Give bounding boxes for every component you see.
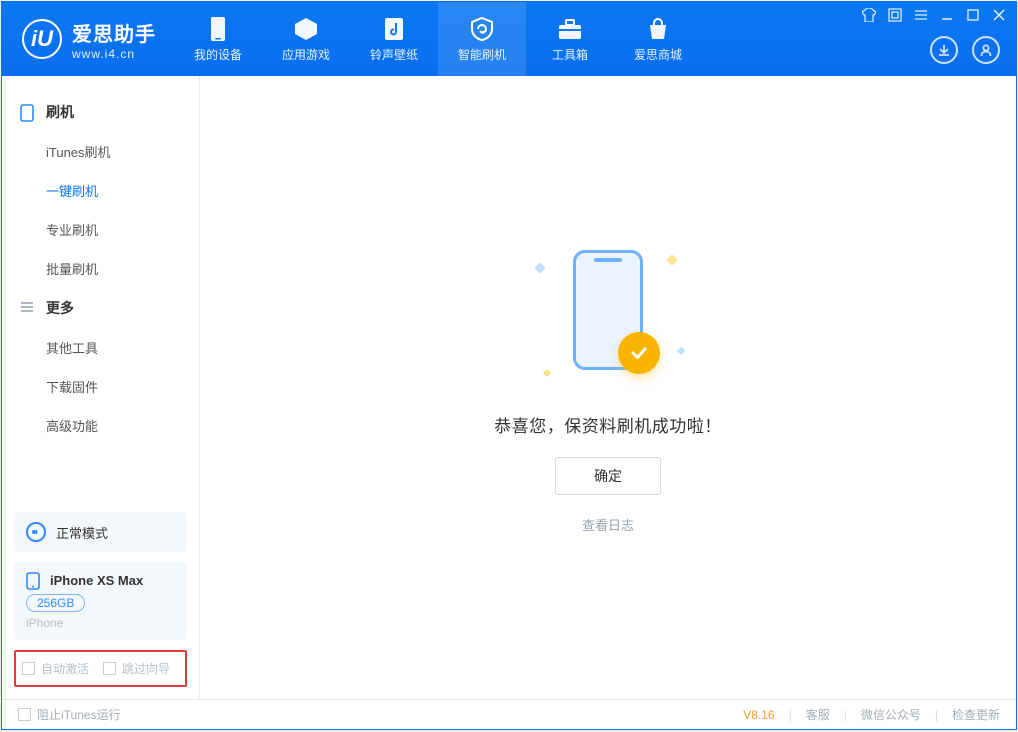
- sidebar-item-pro-flash[interactable]: 专业刷机: [2, 210, 199, 249]
- success-illustration: [518, 242, 698, 392]
- sidebar-item-oneclick-flash[interactable]: 一键刷机: [2, 171, 199, 210]
- close-button[interactable]: [992, 8, 1006, 22]
- version-label: V8.16: [743, 708, 774, 722]
- tab-ringtone-wallpaper[interactable]: 铃声壁纸: [350, 2, 438, 76]
- status-ok-icon: [26, 522, 46, 542]
- sidebar-group-more: 更多: [2, 288, 199, 328]
- brand-url: www.i4.cn: [72, 47, 156, 61]
- tab-smart-flash[interactable]: 智能刷机: [438, 2, 526, 76]
- view-log-link[interactable]: 查看日志: [582, 515, 634, 534]
- download-button[interactable]: [930, 36, 958, 64]
- checkbox-icon: [18, 708, 31, 721]
- confirm-button[interactable]: 确定: [555, 457, 661, 495]
- tab-store[interactable]: 爱思商城: [614, 2, 702, 76]
- user-button[interactable]: [972, 36, 1000, 64]
- footer-link-wechat[interactable]: 微信公众号: [861, 706, 921, 723]
- minimize-button[interactable]: [940, 8, 954, 22]
- sparkle-icon: [666, 254, 677, 265]
- status-text: 正常模式: [56, 523, 108, 542]
- toolbox-icon: [557, 16, 583, 42]
- brand-logo: iU 爱思助手 www.i4.cn: [2, 2, 174, 76]
- footer-link-support[interactable]: 客服: [806, 706, 830, 723]
- menu-icon[interactable]: [914, 8, 928, 22]
- app-window: iU 爱思助手 www.i4.cn 我的设备 应用游戏 铃声壁纸 智能刷机: [1, 1, 1017, 730]
- body: 刷机 iTunes刷机 一键刷机 专业刷机 批量刷机 更多 其他工具 下载固件 …: [2, 76, 1016, 699]
- success-message: 恭喜您，保资料刷机成功啦！: [494, 412, 722, 437]
- footer-link-check-update[interactable]: 检查更新: [952, 706, 1000, 723]
- sparkle-icon: [534, 262, 545, 273]
- window-controls: [862, 8, 1006, 22]
- header-action-icons: [930, 36, 1000, 64]
- feedback-icon[interactable]: [888, 8, 902, 22]
- titlebar: iU 爱思助手 www.i4.cn 我的设备 应用游戏 铃声壁纸 智能刷机: [2, 2, 1016, 76]
- checkbox-icon: [22, 662, 35, 675]
- tab-apps-games[interactable]: 应用游戏: [262, 2, 350, 76]
- sidebar-group-flash: 刷机: [2, 92, 199, 132]
- sidebar-item-download-firmware[interactable]: 下载固件: [2, 367, 199, 406]
- maximize-button[interactable]: [966, 8, 980, 22]
- logo-icon: iU: [22, 19, 62, 59]
- refresh-shield-icon: [469, 16, 495, 42]
- check-badge-icon: [618, 332, 660, 374]
- footer: 阻止iTunes运行 V8.16 | 客服 | 微信公众号 | 检查更新: [2, 699, 1016, 729]
- device-name: iPhone XS Max: [50, 573, 143, 588]
- device-phone-icon: [26, 572, 42, 588]
- tab-my-device[interactable]: 我的设备: [174, 2, 262, 76]
- device-outline-icon: [20, 104, 36, 120]
- sidebar-item-other-tools[interactable]: 其他工具: [2, 328, 199, 367]
- brand-name: 爱思助手: [72, 18, 156, 47]
- status-card[interactable]: 正常模式: [14, 512, 187, 552]
- tab-toolbox[interactable]: 工具箱: [526, 2, 614, 76]
- phone-icon: [205, 16, 231, 42]
- checkbox-skip-guide[interactable]: 跳过向导: [103, 660, 170, 677]
- sparkle-icon: [543, 368, 551, 376]
- sidebar: 刷机 iTunes刷机 一键刷机 专业刷机 批量刷机 更多 其他工具 下载固件 …: [2, 76, 200, 699]
- checkbox-block-itunes[interactable]: 阻止iTunes运行: [18, 706, 121, 723]
- music-icon: [381, 16, 407, 42]
- bag-icon: [645, 16, 671, 42]
- header-tabs: 我的设备 应用游戏 铃声壁纸 智能刷机 工具箱 爱思商城: [174, 2, 702, 76]
- main-content: 恭喜您，保资料刷机成功啦！ 确定 查看日志: [200, 76, 1016, 699]
- list-icon: [20, 300, 36, 316]
- checkbox-icon: [103, 662, 116, 675]
- sidebar-item-batch-flash[interactable]: 批量刷机: [2, 249, 199, 288]
- sidebar-item-itunes-flash[interactable]: iTunes刷机: [2, 132, 199, 171]
- sparkle-icon: [677, 346, 685, 354]
- device-card[interactable]: iPhone XS Max 256GB iPhone: [14, 562, 187, 640]
- cube-icon: [293, 16, 319, 42]
- device-capacity: 256GB: [26, 594, 85, 612]
- skin-icon[interactable]: [862, 8, 876, 22]
- options-highlight-box: 自动激活 跳过向导: [14, 650, 187, 687]
- sidebar-item-advanced[interactable]: 高级功能: [2, 406, 199, 445]
- checkbox-auto-activate[interactable]: 自动激活: [22, 660, 89, 677]
- device-type: iPhone: [26, 616, 175, 630]
